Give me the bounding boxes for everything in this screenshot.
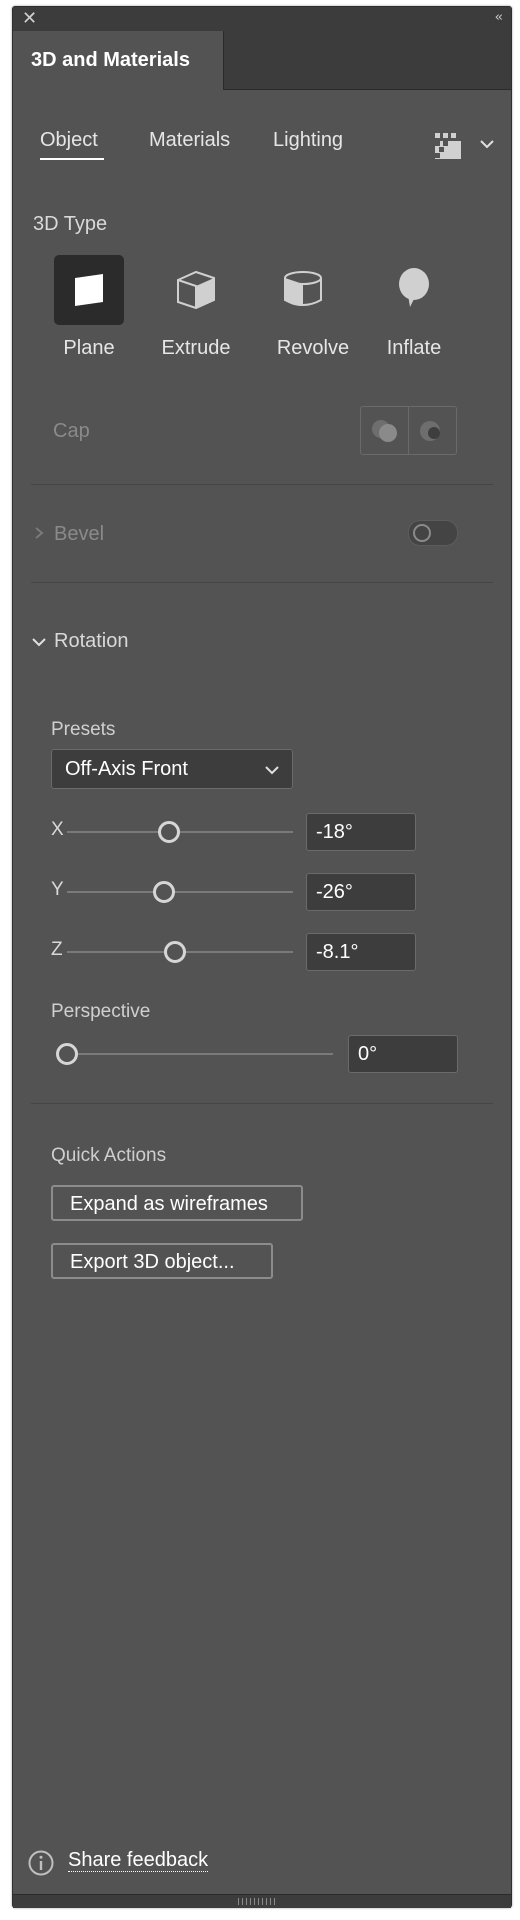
panel-titlebar: ✕ ‹‹	[13, 7, 511, 31]
type-revolve-label: Revolve	[276, 337, 350, 359]
type-extrude-button[interactable]	[161, 255, 231, 325]
rotation-z-slider-thumb[interactable]	[164, 941, 187, 963]
rotation-z-input[interactable]: -8.1°	[306, 933, 416, 971]
section-divider	[31, 582, 493, 583]
perspective-value: 0°	[358, 1043, 378, 1065]
rotation-y-label: Y	[51, 879, 64, 900]
rotation-y-slider-track[interactable]	[67, 891, 293, 893]
perspective-slider-track[interactable]	[67, 1053, 333, 1055]
page: ✕ ‹‹ 3D and Materials Object Materials L…	[0, 0, 520, 1920]
bevel-toggle[interactable]	[408, 520, 458, 546]
subtab-object[interactable]: Object	[40, 129, 98, 152]
rotation-chevron-down-icon[interactable]	[31, 635, 47, 653]
type-inflate-button[interactable]	[379, 255, 449, 325]
perspective-slider-thumb[interactable]	[56, 1043, 78, 1065]
perspective-input[interactable]: 0°	[348, 1035, 458, 1073]
section-divider	[31, 1103, 493, 1104]
bevel-label[interactable]: Bevel	[54, 523, 104, 546]
cap-off-icon	[420, 421, 440, 441]
cap-on-icon	[372, 420, 397, 442]
close-icon[interactable]: ✕	[22, 10, 37, 28]
rotation-x-slider-thumb[interactable]	[157, 821, 180, 843]
3d-type-heading: 3D Type	[33, 213, 108, 235]
render-quality-icon[interactable]	[433, 131, 463, 166]
quick-actions-heading: Quick Actions	[51, 1145, 167, 1166]
presets-dropdown[interactable]: Off-Axis Front	[51, 749, 293, 789]
rotation-x-slider-track[interactable]	[67, 831, 293, 833]
rotation-x-input[interactable]: -18°	[306, 813, 416, 851]
bevel-toggle-knob	[413, 524, 431, 542]
cap-divider	[408, 407, 409, 454]
cap-on-button[interactable]	[369, 415, 401, 452]
bevel-chevron-right-icon[interactable]	[33, 526, 45, 545]
subtab-materials[interactable]: Materials	[149, 129, 230, 152]
extrude-cube-icon	[177, 270, 215, 310]
rotation-y-slider-thumb[interactable]	[153, 881, 176, 903]
rotation-y-value: -26°	[316, 881, 353, 903]
subtab-active-underline	[40, 158, 104, 160]
panel-footer-bar	[13, 1894, 511, 1908]
subtab-lighting[interactable]: Lighting	[273, 129, 343, 152]
plane-icon	[75, 274, 103, 306]
rotation-heading[interactable]: Rotation	[54, 630, 129, 653]
rotation-x-label: X	[51, 819, 64, 840]
panel-tab-title: 3D and Materials	[31, 49, 190, 71]
3d-materials-panel: ✕ ‹‹ 3D and Materials Object Materials L…	[12, 6, 512, 1908]
inflate-balloon-icon	[399, 268, 429, 307]
rotation-z-value: -8.1°	[316, 941, 359, 963]
rotation-y-input[interactable]: -26°	[306, 873, 416, 911]
panel-tab-strip: 3D and Materials	[13, 31, 511, 90]
type-extrude-label: Extrude	[161, 337, 231, 359]
expand-as-wireframes-button[interactable]: Expand as wireframes	[51, 1185, 303, 1221]
type-plane-button[interactable]	[54, 255, 124, 325]
presets-label: Presets	[51, 719, 116, 740]
cap-toggle-group	[360, 406, 457, 455]
tab-3d-and-materials[interactable]: 3D and Materials	[13, 31, 224, 90]
chevron-down-icon	[264, 763, 280, 781]
collapse-double-chevron-icon[interactable]: ‹‹	[495, 10, 504, 25]
export-3d-object-label: Export 3D object...	[70, 1251, 235, 1273]
export-3d-object-button[interactable]: Export 3D object...	[51, 1243, 273, 1279]
info-icon	[27, 1849, 55, 1882]
resize-grip-icon[interactable]	[238, 1898, 278, 1905]
cap-label: Cap	[53, 420, 90, 442]
expand-as-wireframes-label: Expand as wireframes	[70, 1193, 268, 1215]
type-revolve-button[interactable]	[268, 255, 338, 325]
chevron-down-icon[interactable]	[479, 137, 495, 155]
type-inflate-label: Inflate	[386, 337, 442, 359]
type-plane-label: Plane	[63, 337, 115, 359]
revolve-cylinder-icon	[284, 271, 322, 306]
presets-selected-value: Off-Axis Front	[65, 758, 188, 780]
cap-off-button[interactable]	[416, 415, 448, 452]
section-divider	[31, 484, 493, 485]
rotation-x-value: -18°	[316, 821, 353, 843]
rotation-z-label: Z	[51, 939, 63, 960]
perspective-label: Perspective	[51, 1001, 151, 1022]
share-feedback-link[interactable]: Share feedback	[68, 1849, 209, 1872]
